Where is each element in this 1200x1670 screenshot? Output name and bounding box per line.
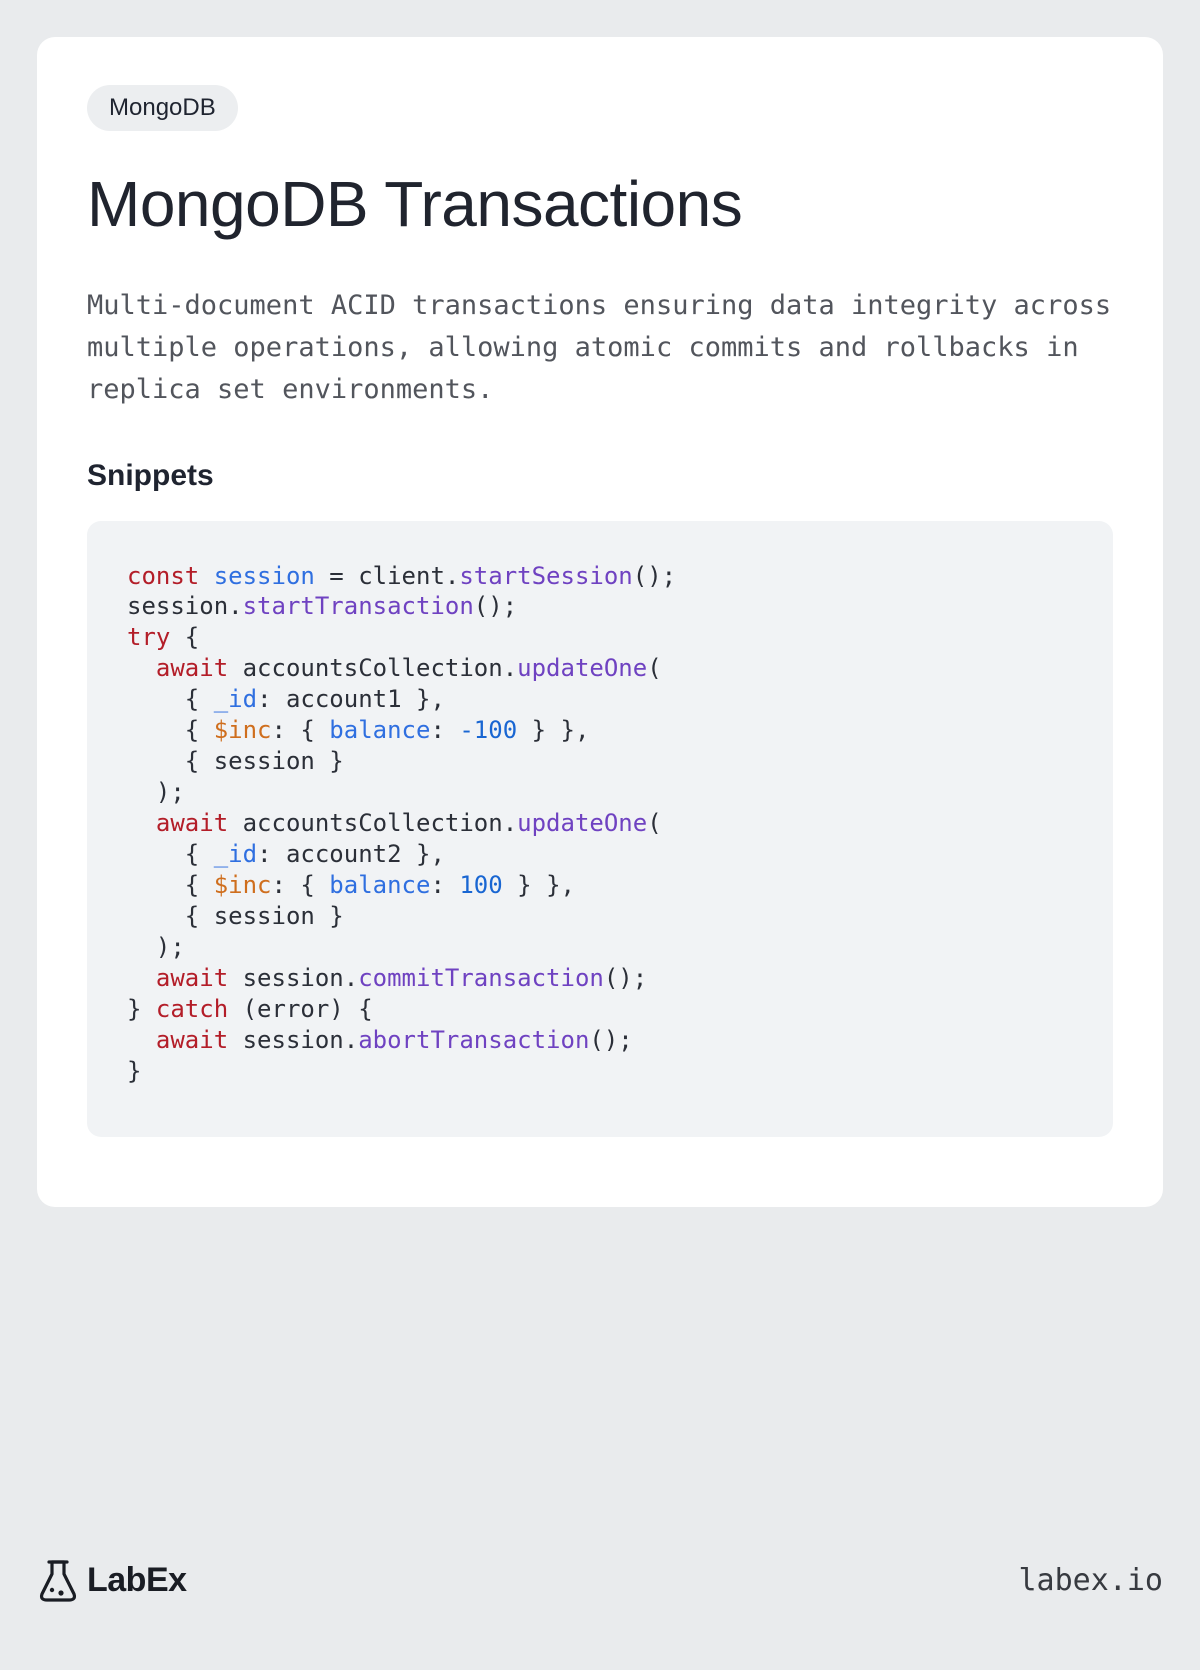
brand-logo: LabEx (37, 1558, 187, 1602)
footer: LabEx labex.io (37, 1558, 1163, 1602)
flask-icon (37, 1558, 79, 1602)
snippets-heading: Snippets (87, 459, 1113, 493)
site-url: labex.io (1019, 1563, 1164, 1598)
page-title: MongoDB Transactions (87, 167, 1113, 241)
description-text: Multi-document ACID transactions ensurin… (87, 285, 1113, 411)
category-tag: MongoDB (87, 85, 238, 131)
code-content: const session = client.startSession(); s… (127, 561, 1073, 1087)
brand-name: LabEx (87, 1561, 187, 1600)
code-snippet-block: const session = client.startSession(); s… (87, 521, 1113, 1137)
content-card: MongoDB MongoDB Transactions Multi-docum… (37, 37, 1163, 1207)
